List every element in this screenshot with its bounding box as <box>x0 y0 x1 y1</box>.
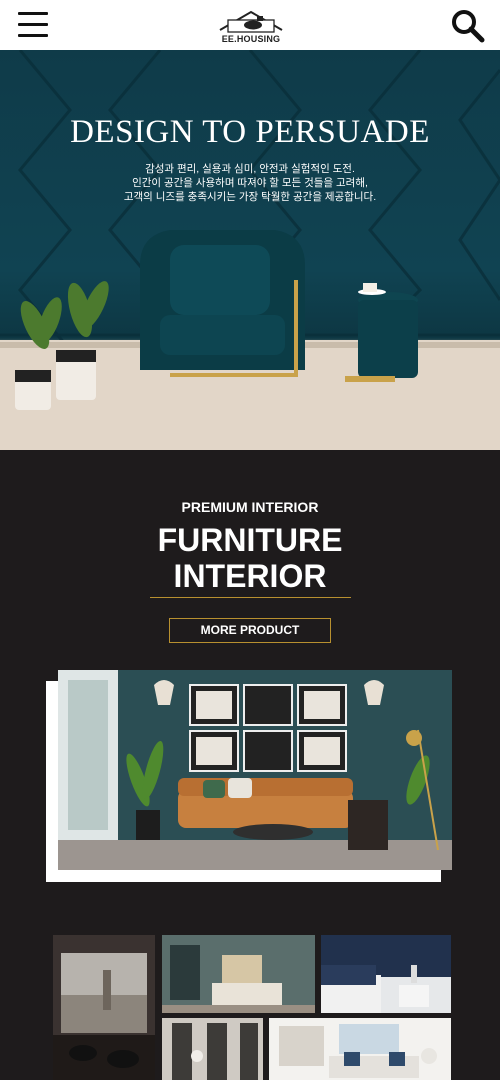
navy-bedroom-image <box>321 935 451 1013</box>
logo[interactable]: EE.HOUSING <box>214 8 288 46</box>
lounge-image <box>269 1018 451 1080</box>
headline-line: FURNITURE <box>157 522 343 558</box>
headline-line: INTERIOR <box>173 558 327 594</box>
hero-subtitle-line: 고객의 니즈를 충족시키는 가장 탁월한 공간을 제공합니다. <box>123 191 377 203</box>
gallery-thumb-lounge[interactable] <box>269 1018 451 1080</box>
feature-room-image[interactable] <box>58 670 452 870</box>
gallery-thumb-hall[interactable] <box>162 1018 263 1080</box>
hero-banner: DESIGN TO PERSUADE 감성과 편리, 실용과 심미, 안전과 실… <box>0 50 500 450</box>
hall-image <box>162 1018 263 1080</box>
office-image <box>53 935 155 1080</box>
logo-text: EE.HOUSING <box>221 34 281 44</box>
hero-subtitle: 감성과 편리, 실용과 심미, 안전과 실험적인 도전. 인간이 공간을 사용하… <box>0 162 500 204</box>
hero-title: DESIGN TO PERSUADE <box>70 114 430 150</box>
top-header: EE.HOUSING <box>0 0 500 50</box>
bedroom-image <box>162 935 315 1013</box>
more-product-button[interactable]: MORE PRODUCT <box>169 618 331 643</box>
gallery-thumb-office[interactable] <box>53 935 155 1080</box>
gallery-thumb-bedroom-2[interactable] <box>321 935 451 1013</box>
divider <box>150 597 351 598</box>
hero-subtitle-line: 감성과 편리, 실용과 심미, 안전과 실험적인 도전. <box>145 163 355 175</box>
section-headline: FURNITURE INTERIOR <box>0 522 500 594</box>
hero-image <box>0 50 500 450</box>
hero-subtitle-line: 인간이 공간을 사용하며 따져야 할 모든 것들을 고려해, <box>132 177 368 189</box>
furniture-section: PREMIUM INTERIOR FURNITURE INTERIOR MORE… <box>0 450 500 1080</box>
search-icon[interactable] <box>448 6 488 44</box>
section-kicker: PREMIUM INTERIOR <box>181 499 319 515</box>
gallery-thumb-bedroom-1[interactable] <box>162 935 315 1013</box>
living-room-image <box>58 670 452 870</box>
hamburger-menu-icon[interactable] <box>18 12 50 38</box>
